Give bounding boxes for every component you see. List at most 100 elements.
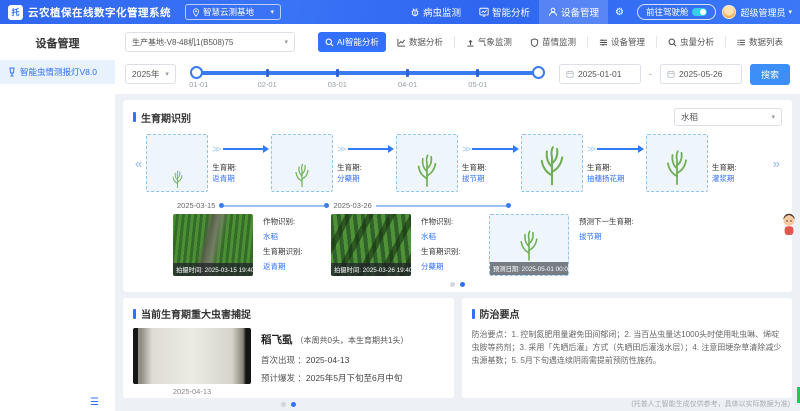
assistant-mascot[interactable] (781, 212, 797, 243)
prediction-card[interactable]: 预测日期: 2025-05-01 00:00 (489, 214, 569, 276)
stage-value-link[interactable]: 拔节期 (462, 173, 519, 184)
plant-icon (662, 146, 692, 188)
crop-select[interactable]: 水稻 ▾ (674, 108, 782, 126)
pest-photo-date: 2025-04-13 (133, 387, 251, 396)
carousel-prev-icon[interactable]: « (133, 156, 144, 171)
slider-handle-start[interactable] (190, 66, 203, 79)
user-menu[interactable]: 超级管理员 ▾ (722, 5, 792, 19)
weather-monitor-button[interactable]: 气象监测 (459, 32, 519, 52)
plant-icon (413, 152, 441, 188)
slider-handle-end[interactable] (532, 66, 545, 79)
cockpit-toggle[interactable] (692, 8, 707, 16)
app-header: 托 云农植保在线数字化管理系统 智慧云测基地 ▾ 病虫监测 智能分析 设备管理 … (0, 0, 800, 24)
bottom-panels: 当前生育期重大虫害捕捉 2025-04-13 稻飞虱（本周共0头，本生育期共1头… (123, 298, 792, 398)
stage-carousel: « ≫ 生育期: 返青期 ≫ 生育期: 分蘖期 (133, 134, 782, 192)
divider (587, 36, 588, 48)
crop-recognition-label: 作物识别: (263, 216, 321, 227)
sidebar-item-insect-lamp[interactable]: 智能虫情测报灯V8.0 (0, 60, 115, 84)
stage-image-grain-filling[interactable] (646, 134, 708, 192)
date-range-slider[interactable]: 01-01 02-01 03-01 04-01 05-01 (192, 62, 543, 86)
panel-title: 生育期识别 (133, 110, 191, 125)
stage-value-link[interactable]: 分蘖期 (337, 173, 394, 184)
divider (656, 36, 657, 48)
stage-label: 生育期: (712, 162, 769, 173)
stage-label: 生育期: (212, 162, 269, 173)
date-end-value: 2025-05-26 (679, 69, 722, 79)
stage-cell: ≫ 生育期: 分蘖期 (271, 134, 394, 192)
prediction-label: 预测下一生育期: (579, 216, 637, 227)
chevron-down-icon: ▾ (284, 38, 288, 46)
device-management-button[interactable]: 设备管理 (592, 32, 652, 52)
stage-image-heading[interactable] (521, 134, 583, 192)
device-select[interactable]: 生产基地-V8-48机1(B508)75 ▾ (125, 32, 295, 52)
outbreak-label: 预计爆发 ： (261, 373, 306, 383)
prediction-caption: 预测日期: 2025-05-01 00:00 (490, 262, 568, 275)
data-analysis-button[interactable]: 数据分析 (390, 32, 450, 52)
logo-glyph: 托 (12, 7, 20, 18)
date-end-input[interactable]: 2025-05-26 (660, 64, 742, 84)
search-button[interactable]: 搜索 (750, 64, 790, 85)
stage-value-link[interactable]: 返青期 (212, 173, 269, 184)
nav-intelligent-analysis[interactable]: 智能分析 (470, 0, 539, 24)
capture-photo[interactable]: 拍摄时间: 2025-03-26 19:40 (331, 214, 411, 276)
stage-image-regreening[interactable] (146, 134, 208, 192)
seedling-monitor-button[interactable]: 苗情监测 (523, 32, 583, 52)
data-list-button[interactable]: 数据列表 (730, 32, 790, 52)
base-selector-value: 智慧云测基地 (203, 6, 254, 18)
crop-recognition-value[interactable]: 水稻 (263, 231, 321, 242)
timeline-line (224, 205, 324, 207)
crop-recognition-value[interactable]: 水稻 (421, 231, 479, 242)
stage-recognition-value[interactable]: 分蘖期 (421, 261, 479, 272)
collapse-menu-icon[interactable]: ☰ (90, 397, 99, 408)
year-select[interactable]: 2025年 ▾ (125, 64, 176, 84)
range-separator: - (649, 69, 652, 79)
toolbar-buttons: AI智能分析 数据分析 气象监测 苗情监测 设备管理 (318, 32, 790, 52)
prediction-value[interactable]: 拔节期 (579, 231, 637, 242)
upload-cloud-icon (466, 38, 475, 47)
panel-title: 防治要点 (472, 306, 783, 321)
capture-photo[interactable]: 拍摄时间: 2025-03-15 19:40 (173, 214, 253, 276)
dot[interactable] (281, 402, 286, 407)
capture-caption: 拍摄时间: 2025-03-26 19:40 (331, 263, 411, 276)
user-avatar (722, 5, 736, 19)
timeline-dot (506, 203, 511, 208)
dot[interactable] (450, 282, 455, 287)
stage-image-tillering[interactable] (271, 134, 333, 192)
plant-icon (516, 227, 542, 263)
carousel-next-icon[interactable]: » (771, 156, 782, 171)
stage-arrow-icon: ≫ (337, 142, 394, 156)
stage-value-link[interactable]: 抽穗扬花期 (587, 173, 644, 184)
cockpit-button[interactable]: 前往驾驶舱 (637, 4, 717, 20)
base-selector[interactable]: 智慧云测基地 ▾ (185, 4, 281, 20)
slider-track[interactable] (192, 71, 543, 75)
pest-trap-photo[interactable] (133, 328, 251, 384)
control-points-panel: 防治要点 防治要点：1. 控制氮肥用量避免田间郁闭；2. 当百丛虫量达1000头… (462, 298, 793, 398)
growth-stage-panel: 生育期识别 水稻 ▾ « ≫ 生育期: 返青期 ≫ 生育期: (123, 100, 792, 292)
stage-recognition-value[interactable]: 返青期 (263, 261, 321, 272)
stage-label: 生育期: (587, 162, 644, 173)
bug-icon (410, 7, 420, 17)
dot-active[interactable] (291, 402, 296, 407)
divider (454, 36, 455, 48)
pest-carousel-dots (133, 402, 444, 407)
slider-tick: 02-01 (266, 69, 269, 77)
stage-recognition-label: 生育期识别: (421, 246, 479, 257)
shield-icon (530, 38, 539, 47)
nav-device-management[interactable]: 设备管理 (539, 0, 608, 24)
location-pin-icon (192, 8, 200, 17)
nav-pest-monitoring[interactable]: 病虫监测 (401, 0, 470, 24)
ai-analysis-button[interactable]: AI智能分析 (318, 32, 386, 52)
capture-caption: 拍摄时间: 2025-03-15 19:40 (173, 263, 253, 276)
dot-active[interactable] (460, 282, 465, 287)
stage-arrow-icon: ≫ (462, 142, 519, 156)
settings-gear-icon[interactable]: ⚙ (608, 7, 631, 18)
sidebar-title: 设备管理 (0, 24, 115, 60)
button-label: 设备管理 (611, 36, 645, 48)
chevron-down-icon: ▾ (771, 113, 775, 121)
date-start-input[interactable]: 2025-01-01 (559, 64, 641, 84)
stage-image-jointing[interactable] (396, 134, 458, 192)
button-label: 数据分析 (409, 36, 443, 48)
calendar-icon (667, 70, 675, 78)
insect-count-analysis-button[interactable]: 虫量分析 (661, 32, 721, 52)
stage-value-link[interactable]: 灌浆期 (712, 173, 769, 184)
